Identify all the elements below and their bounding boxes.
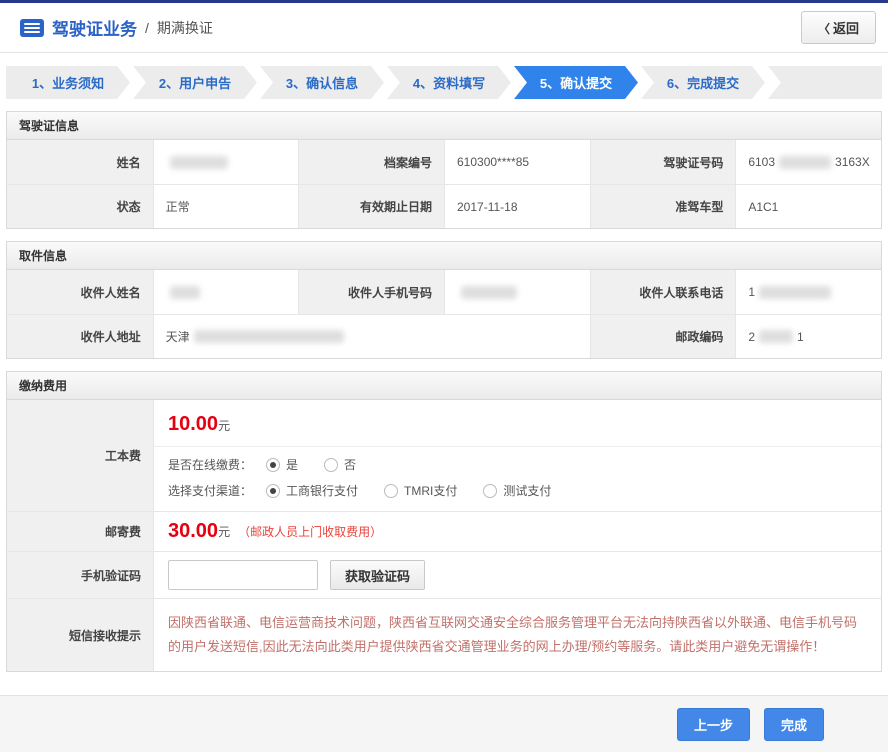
online-pay-yes-radio[interactable] <box>266 458 280 472</box>
finish-button[interactable]: 完成 <box>764 708 824 741</box>
recipient-address-value: 天津 <box>153 314 590 358</box>
channel-icbc-label[interactable]: 工商银行支付 <box>286 482 358 499</box>
license-business-icon <box>20 19 44 37</box>
previous-step-button[interactable]: 上一步 <box>677 708 750 741</box>
postal-code-label: 邮政编码 <box>590 314 736 358</box>
sms-code-cell: 获取验证码 <box>153 551 881 598</box>
postage-fee-amount: 30.00 <box>168 520 218 543</box>
recipient-address-prefix: 天津 <box>166 328 190 345</box>
redacted-name <box>170 156 228 169</box>
step-3-confirm-info[interactable]: 3、确认信息 <box>260 66 384 99</box>
online-pay-no-radio[interactable] <box>324 458 338 472</box>
online-pay-no-label[interactable]: 否 <box>344 456 356 473</box>
vehicle-class-value: A1C1 <box>735 184 881 228</box>
license-no-label: 驾驶证号码 <box>590 140 736 184</box>
redacted-license-no <box>779 156 831 169</box>
step-progress-bar: 1、业务须知 2、用户申告 3、确认信息 4、资料填写 5、确认提交 6、完成提… <box>6 66 882 99</box>
valid-until-label: 有效期止日期 <box>298 184 444 228</box>
fees-section: 缴纳费用 工本费 10.00元 是否在线缴费： 是 否 选择支付渠道： 工商银行… <box>6 371 882 672</box>
sms-code-input[interactable] <box>168 560 318 590</box>
postal-code-value: 21 <box>735 314 881 358</box>
recipient-name-label: 收件人姓名 <box>7 270 153 314</box>
back-arrow-icon: 〈 <box>818 22 830 36</box>
get-code-button[interactable]: 获取验证码 <box>330 560 425 590</box>
sms-notice-label: 短信接收提示 <box>7 598 153 671</box>
sms-notice-cell: 因陕西省联通、电信运营商技术问题，陕西省互联网交通安全综合服务管理平台无法向持陕… <box>153 598 881 671</box>
name-label: 姓名 <box>7 140 153 184</box>
redacted-recipient-address <box>194 330 344 343</box>
recipient-phone-value: 1 <box>735 270 881 314</box>
redacted-postal-code <box>759 330 793 343</box>
channel-icbc-radio[interactable] <box>266 484 280 498</box>
online-pay-question: 是否在线缴费： <box>168 456 252 473</box>
sms-code-label: 手机验证码 <box>7 551 153 598</box>
recipient-phone-label: 收件人联系电话 <box>590 270 736 314</box>
fees-section-title: 缴纳费用 <box>7 372 881 400</box>
file-no-label: 档案编号 <box>298 140 444 184</box>
license-info-section: 驾驶证信息 姓名 档案编号 610300****85 驾驶证号码 6103 316… <box>6 111 882 229</box>
file-no-value: 610300****85 <box>444 140 590 184</box>
valid-until-value: 2017-11-18 <box>444 184 590 228</box>
redacted-recipient-phone <box>759 286 831 299</box>
channel-tmri-label[interactable]: TMRI支付 <box>404 482 457 499</box>
channel-test-radio[interactable] <box>483 484 497 498</box>
name-value <box>153 140 299 184</box>
recipient-name-value <box>153 270 299 314</box>
step-6-complete-submit[interactable]: 6、完成提交 <box>641 66 765 99</box>
step-1-business-notice[interactable]: 1、业务须知 <box>6 66 130 99</box>
recipient-mobile-value <box>444 270 590 314</box>
status-label: 状态 <box>7 184 153 228</box>
postage-fee-unit: 元 <box>218 523 230 540</box>
online-pay-yes-label[interactable]: 是 <box>286 456 298 473</box>
redacted-recipient-mobile <box>461 286 517 299</box>
vehicle-class-label: 准驾车型 <box>590 184 736 228</box>
license-section-title: 驾驶证信息 <box>7 112 881 140</box>
production-fee-label: 工本费 <box>7 400 153 511</box>
postal-code-prefix: 2 <box>748 330 755 344</box>
step-5-confirm-submit[interactable]: 5、确认提交 <box>514 66 638 99</box>
postal-code-suffix: 1 <box>797 330 804 344</box>
footer-action-bar: 上一步 完成 <box>0 695 888 752</box>
pickup-section-title: 取件信息 <box>7 242 881 270</box>
channel-test-label[interactable]: 测试支付 <box>503 482 551 499</box>
redacted-recipient-name <box>170 286 200 299</box>
breadcrumb-separator: / <box>145 20 149 36</box>
status-value: 正常 <box>153 184 299 228</box>
recipient-address-label: 收件人地址 <box>7 314 153 358</box>
license-no-value: 6103 3163X <box>735 140 881 184</box>
page-header: 驾驶证业务 / 期满换证 〈返回 <box>0 3 888 53</box>
pickup-info-section: 取件信息 收件人姓名 收件人手机号码 收件人联系电话 1 收件人地址 天津 邮政… <box>6 241 882 359</box>
postage-fee-cell: 30.00元 （邮政人员上门收取费用） <box>153 511 881 551</box>
page-title: 驾驶证业务 <box>52 15 137 40</box>
production-fee-amount: 10.00 <box>168 413 218 435</box>
step-2-user-declaration[interactable]: 2、用户申告 <box>133 66 257 99</box>
postage-fee-note: （邮政人员上门收取费用） <box>238 523 382 540</box>
channel-tmri-radio[interactable] <box>384 484 398 498</box>
license-no-prefix: 6103 <box>748 155 775 169</box>
production-fee-unit: 元 <box>218 419 230 433</box>
step-bar-filler <box>768 66 882 99</box>
postage-fee-label: 邮寄费 <box>7 511 153 551</box>
channel-question: 选择支付渠道： <box>168 482 252 499</box>
recipient-mobile-label: 收件人手机号码 <box>298 270 444 314</box>
sms-notice-text: 因陕西省联通、电信运营商技术问题，陕西省互联网交通安全综合服务管理平台无法向持陕… <box>154 599 881 671</box>
recipient-phone-prefix: 1 <box>748 285 755 299</box>
production-fee-cell: 10.00元 是否在线缴费： 是 否 选择支付渠道： 工商银行支付 TMRI支付 <box>153 400 881 511</box>
back-label: 返回 <box>833 21 859 36</box>
license-no-suffix: 3163X <box>835 155 870 169</box>
breadcrumb-current: 期满换证 <box>157 18 213 38</box>
back-button[interactable]: 〈返回 <box>801 11 876 44</box>
step-4-fill-data[interactable]: 4、资料填写 <box>387 66 511 99</box>
